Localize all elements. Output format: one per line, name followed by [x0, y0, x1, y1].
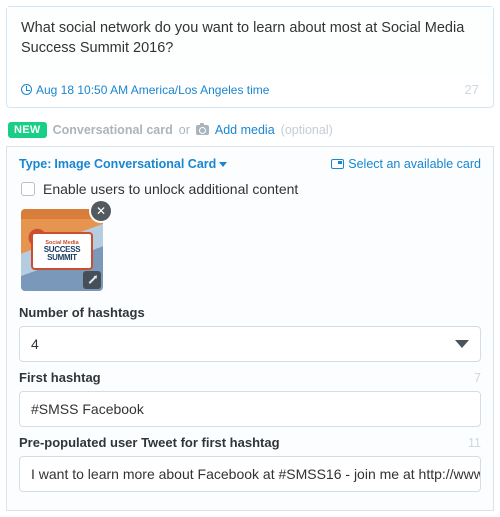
num-hashtags-value: 4 [31, 336, 39, 352]
close-icon: ✕ [96, 204, 106, 218]
optional-text: (optional) [281, 123, 333, 137]
compose-box: What social network do you want to learn… [6, 6, 494, 108]
scheduled-time-text: Aug 18 10:50 AM America/Los Angeles time [36, 83, 269, 97]
first-hashtag-input[interactable]: #SMSS Facebook [19, 391, 481, 427]
prepop-label: Pre-populated user Tweet for first hasht… [19, 435, 280, 450]
cards-icon [331, 159, 344, 169]
prepop-count: 11 [468, 436, 481, 450]
card-panel: Type: Image Conversational Card Select a… [6, 146, 494, 511]
enable-unlock-row: Enable users to unlock additional conten… [21, 181, 481, 197]
char-count: 27 [465, 82, 479, 97]
or-text: or [179, 123, 190, 137]
select-card-label: Select an available card [348, 157, 481, 171]
conversational-card-label: Conversational card [53, 123, 173, 137]
num-hashtags-field: Number of hashtags 4 [19, 305, 481, 362]
card-header: Type: Image Conversational Card Select a… [19, 157, 481, 171]
clock-icon [21, 84, 32, 95]
media-thumbnail[interactable]: Social Media SUCCESS SUMMIT ✕ [21, 209, 103, 291]
num-hashtags-select[interactable]: 4 [19, 326, 481, 362]
thumbnail-banner: Social Media SUCCESS SUMMIT [31, 232, 93, 270]
first-hashtag-field: First hashtag 7 #SMSS Facebook [19, 370, 481, 427]
prepop-input[interactable]: I want to learn more about Facebook at #… [19, 456, 481, 492]
thumb-line2b: SUMMIT [47, 254, 77, 262]
chevron-down-icon [455, 340, 469, 348]
card-type-selector[interactable]: Type: Image Conversational Card [19, 157, 227, 171]
scheduled-time[interactable]: Aug 18 10:50 AM America/Los Angeles time [21, 83, 269, 97]
new-badge: NEW [8, 122, 47, 138]
remove-media-button[interactable]: ✕ [91, 201, 111, 221]
chevron-down-icon [219, 162, 227, 167]
pencil-icon [88, 276, 96, 284]
first-hashtag-count: 7 [474, 371, 481, 385]
prepop-tweet-field: Pre-populated user Tweet for first hasht… [19, 435, 481, 492]
card-type-value: Image Conversational Card [54, 157, 216, 171]
edit-media-button[interactable] [83, 271, 101, 289]
tweet-meta: Aug 18 10:50 AM America/Los Angeles time… [7, 76, 493, 107]
enable-unlock-checkbox[interactable] [21, 182, 35, 196]
first-hashtag-label: First hashtag [19, 370, 101, 385]
select-available-card[interactable]: Select an available card [331, 157, 481, 171]
tweet-text[interactable]: What social network do you want to learn… [7, 7, 493, 76]
num-hashtags-label: Number of hashtags [19, 305, 145, 320]
camera-icon [196, 125, 209, 135]
card-toolbar: NEW Conversational card or Add media (op… [0, 114, 500, 146]
enable-unlock-label: Enable users to unlock additional conten… [43, 181, 298, 197]
add-media-link[interactable]: Add media [215, 123, 275, 137]
card-type-prefix: Type: [19, 157, 51, 171]
